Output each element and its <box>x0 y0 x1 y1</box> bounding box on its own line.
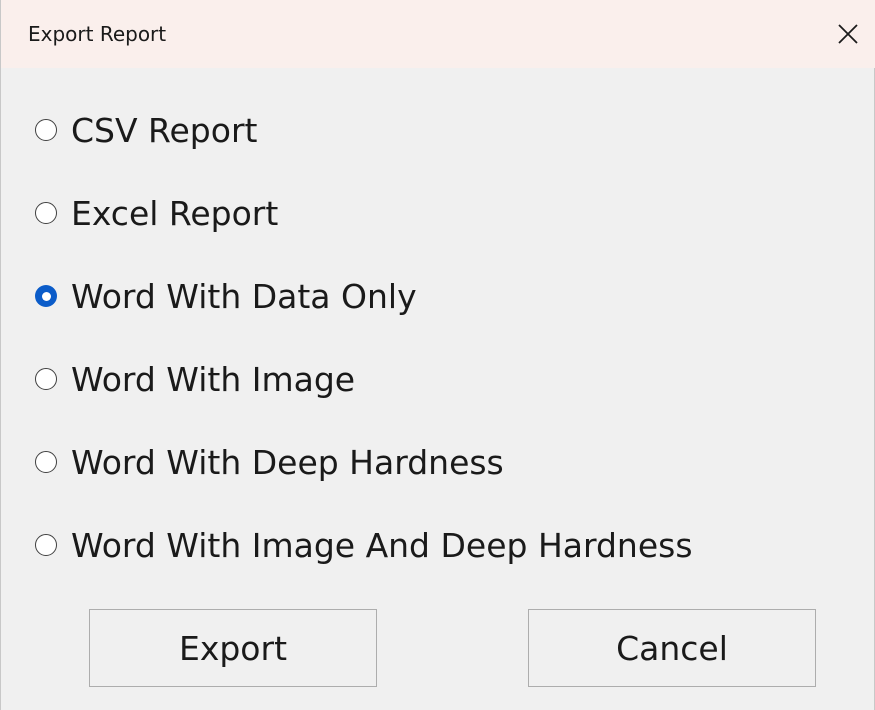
option-word-image-deep-hardness[interactable]: Word With Image And Deep Hardness <box>35 515 693 575</box>
option-label: Word With Image And Deep Hardness <box>71 525 693 565</box>
title-bar: Export Report <box>1 0 875 68</box>
option-label: Word With Deep Hardness <box>71 442 504 482</box>
dialog-title: Export Report <box>28 22 167 46</box>
close-icon <box>837 23 859 45</box>
radio-button[interactable] <box>35 285 57 307</box>
radio-button[interactable] <box>35 534 57 556</box>
option-label: Word With Image <box>71 359 356 399</box>
option-excel-report[interactable]: Excel Report <box>35 183 278 243</box>
option-csv-report[interactable]: CSV Report <box>35 100 257 160</box>
option-word-image[interactable]: Word With Image <box>35 349 355 409</box>
radio-button[interactable] <box>35 202 57 224</box>
option-label: Word With Data Only <box>71 276 417 316</box>
close-button[interactable] <box>820 0 875 68</box>
radio-button[interactable] <box>35 119 57 141</box>
radio-button[interactable] <box>35 368 57 390</box>
export-report-dialog: Export Report CSV Report Excel Report Wo… <box>0 0 875 710</box>
option-word-deep-hardness[interactable]: Word With Deep Hardness <box>35 432 504 492</box>
radio-button[interactable] <box>35 451 57 473</box>
option-word-data-only[interactable]: Word With Data Only <box>35 266 417 326</box>
cancel-button[interactable]: Cancel <box>528 609 816 687</box>
option-label: CSV Report <box>71 110 258 150</box>
option-label: Excel Report <box>71 193 279 233</box>
export-button[interactable]: Export <box>89 609 377 687</box>
